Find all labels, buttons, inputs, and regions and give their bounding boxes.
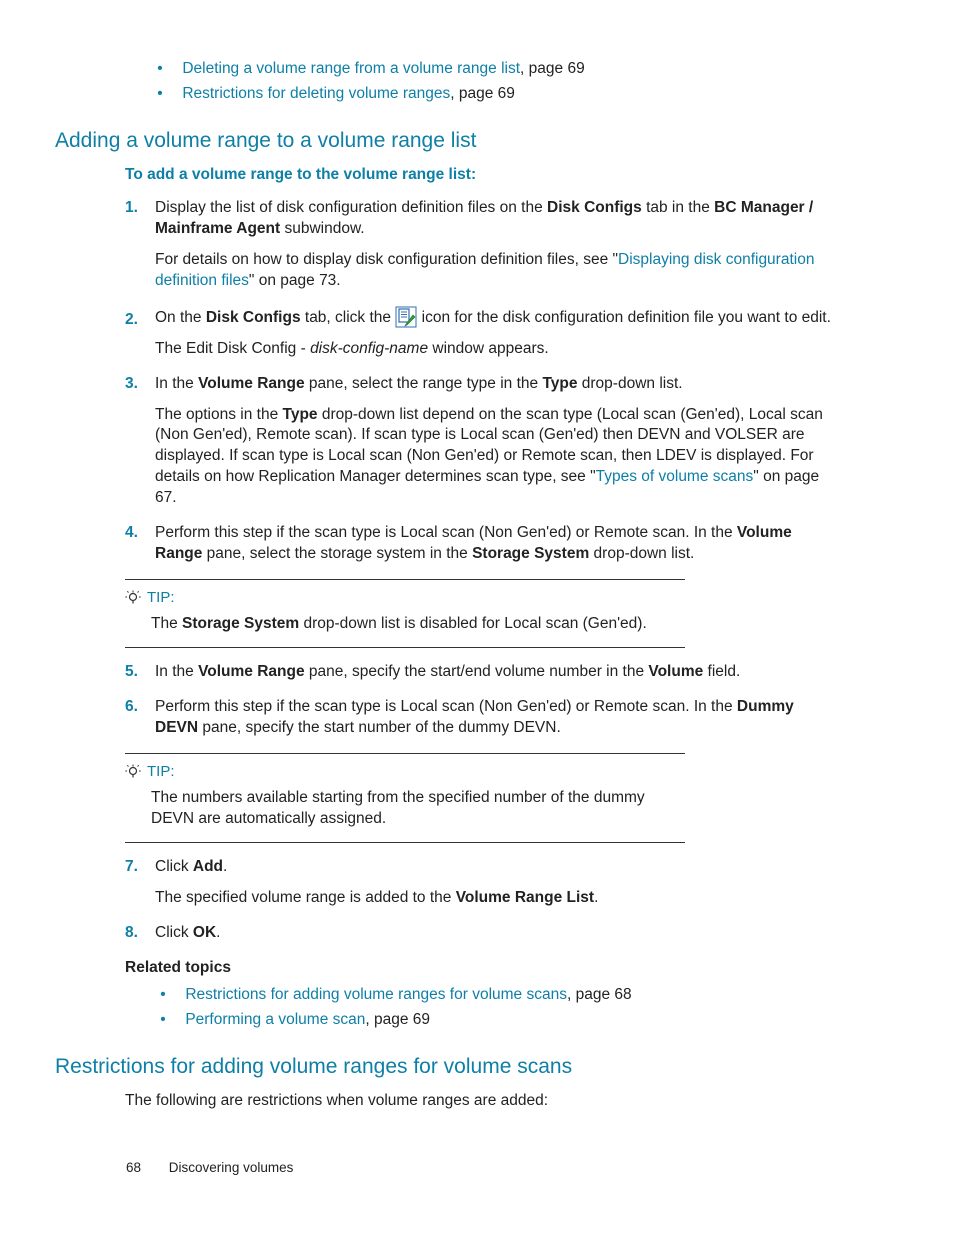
step-list: Display the list of disk configuration d… [125, 198, 836, 565]
text: pane, select the range type in the [305, 375, 543, 392]
text: Display the list of disk configuration d… [155, 199, 547, 216]
text: drop-down list is disabled for Local sca… [299, 615, 647, 632]
link-restrictions-adding[interactable]: Restrictions for adding volume ranges fo… [185, 986, 567, 1003]
text-bold: Disk Configs [547, 199, 642, 216]
step-list-cont2: Click Add. The specified volume range is… [125, 857, 836, 944]
text: subwindow. [280, 220, 364, 237]
step-7: Click Add. The specified volume range is… [125, 857, 836, 909]
link-restrictions-deleting[interactable]: Restrictions for deleting volume ranges [182, 85, 450, 102]
step-3: In the Volume Range pane, select the ran… [125, 374, 836, 510]
text-bold: OK [193, 924, 216, 941]
tip-heading: TIP: [125, 762, 685, 782]
tip-label: TIP: [147, 762, 175, 782]
text: . [223, 858, 227, 875]
related-topics: Related topics Restrictions for adding v… [125, 958, 836, 1031]
text: In the [155, 375, 198, 392]
lightbulb-icon [125, 590, 141, 606]
lightbulb-icon [125, 764, 141, 780]
text: drop-down list. [589, 545, 694, 562]
text-bold: Disk Configs [206, 309, 301, 326]
tip-label: TIP: [147, 588, 175, 608]
tip-body: The Storage System drop-down list is dis… [151, 614, 685, 635]
text: Perform this step if the scan type is Lo… [155, 698, 737, 715]
related-title: Related topics [125, 958, 836, 979]
edit-file-icon [395, 306, 417, 328]
list-item: Deleting a volume range from a volume ra… [150, 59, 836, 80]
text: The numbers available starting from the … [151, 789, 645, 827]
list-item: Restrictions for deleting volume ranges,… [150, 84, 836, 105]
link-suffix: , page 69 [520, 60, 585, 77]
text: pane, select the storage system in the [202, 545, 472, 562]
text-bold: Add [193, 858, 223, 875]
text: drop-down list. [577, 375, 682, 392]
text-bold: Volume Range [198, 375, 305, 392]
step-sub: For details on how to display disk confi… [155, 250, 836, 292]
step-sub: The options in the Type drop-down list d… [155, 405, 836, 510]
step-list-cont: In the Volume Range pane, specify the st… [125, 662, 836, 739]
text: On the [155, 309, 206, 326]
step-1: Display the list of disk configuration d… [125, 198, 836, 292]
text: Click [155, 924, 193, 941]
text: The [151, 615, 182, 632]
step-2: On the Disk Configs tab, click the icon … [125, 306, 836, 360]
text: " on page 73. [249, 272, 341, 289]
text: pane, specify the start/end volume numbe… [305, 663, 649, 680]
related-list: Restrictions for adding volume ranges fo… [153, 985, 836, 1031]
text-bold: Volume [648, 663, 703, 680]
text: For details on how to display disk confi… [155, 251, 618, 268]
text: icon for the disk configuration definiti… [417, 309, 831, 326]
text: . [594, 889, 598, 906]
tip-heading: TIP: [125, 588, 685, 608]
text-bold: Type [542, 375, 577, 392]
text: Perform this step if the scan type is Lo… [155, 524, 737, 541]
tip-body: The numbers available starting from the … [151, 788, 685, 830]
text-bold: Volume Range [198, 663, 305, 680]
page-number: 68 [126, 1160, 141, 1175]
text: Click [155, 858, 193, 875]
step-4: Perform this step if the scan type is Lo… [125, 523, 836, 565]
text: field. [703, 663, 740, 680]
text-bold: Type [283, 406, 318, 423]
link-suffix: , page 68 [567, 986, 632, 1003]
step-5: In the Volume Range pane, specify the st… [125, 662, 836, 683]
top-link-list: Deleting a volume range from a volume ra… [150, 59, 836, 105]
step-sub: The Edit Disk Config - disk-config-name … [155, 339, 836, 360]
list-item: Restrictions for adding volume ranges fo… [153, 985, 836, 1006]
text: In the [155, 663, 198, 680]
step-sub: The specified volume range is added to t… [155, 888, 836, 909]
text: tab, click the [301, 309, 396, 326]
tip-box: TIP: The numbers available starting from… [125, 753, 685, 843]
list-item: Performing a volume scan, page 69 [153, 1010, 836, 1031]
link-types-volume-scans[interactable]: Types of volume scans [596, 468, 754, 485]
text-bold: Storage System [472, 545, 589, 562]
text: The options in the [155, 406, 283, 423]
link-suffix: , page 69 [365, 1011, 430, 1028]
tip-box: TIP: The Storage System drop-down list i… [125, 579, 685, 648]
heading-adding-volume-range: Adding a volume range to a volume range … [55, 127, 836, 155]
heading-restrictions: Restrictions for adding volume ranges fo… [55, 1053, 836, 1081]
procedure-title: To add a volume range to the volume rang… [125, 165, 836, 186]
link-suffix: , page 69 [450, 85, 515, 102]
step-8: Click OK. [125, 923, 836, 944]
link-deleting-volume-range[interactable]: Deleting a volume range from a volume ra… [182, 60, 520, 77]
text: window appears. [428, 340, 549, 357]
document-page: Deleting a volume range from a volume ra… [0, 0, 954, 1235]
text: The specified volume range is added to t… [155, 889, 456, 906]
text: . [216, 924, 220, 941]
text: tab in the [642, 199, 714, 216]
text-bold: Volume Range List [456, 889, 594, 906]
footer-text: Discovering volumes [169, 1160, 294, 1175]
text: pane, specify the start number of the du… [198, 719, 561, 736]
step-6: Perform this step if the scan type is Lo… [125, 697, 836, 739]
section-intro: The following are restrictions when volu… [125, 1091, 836, 1112]
page-footer: 68 Discovering volumes [126, 1159, 293, 1177]
text-bold: Storage System [182, 615, 299, 632]
text-italic: disk-config-name [310, 340, 428, 357]
link-performing-volume-scan[interactable]: Performing a volume scan [185, 1011, 365, 1028]
text: The Edit Disk Config - [155, 340, 310, 357]
